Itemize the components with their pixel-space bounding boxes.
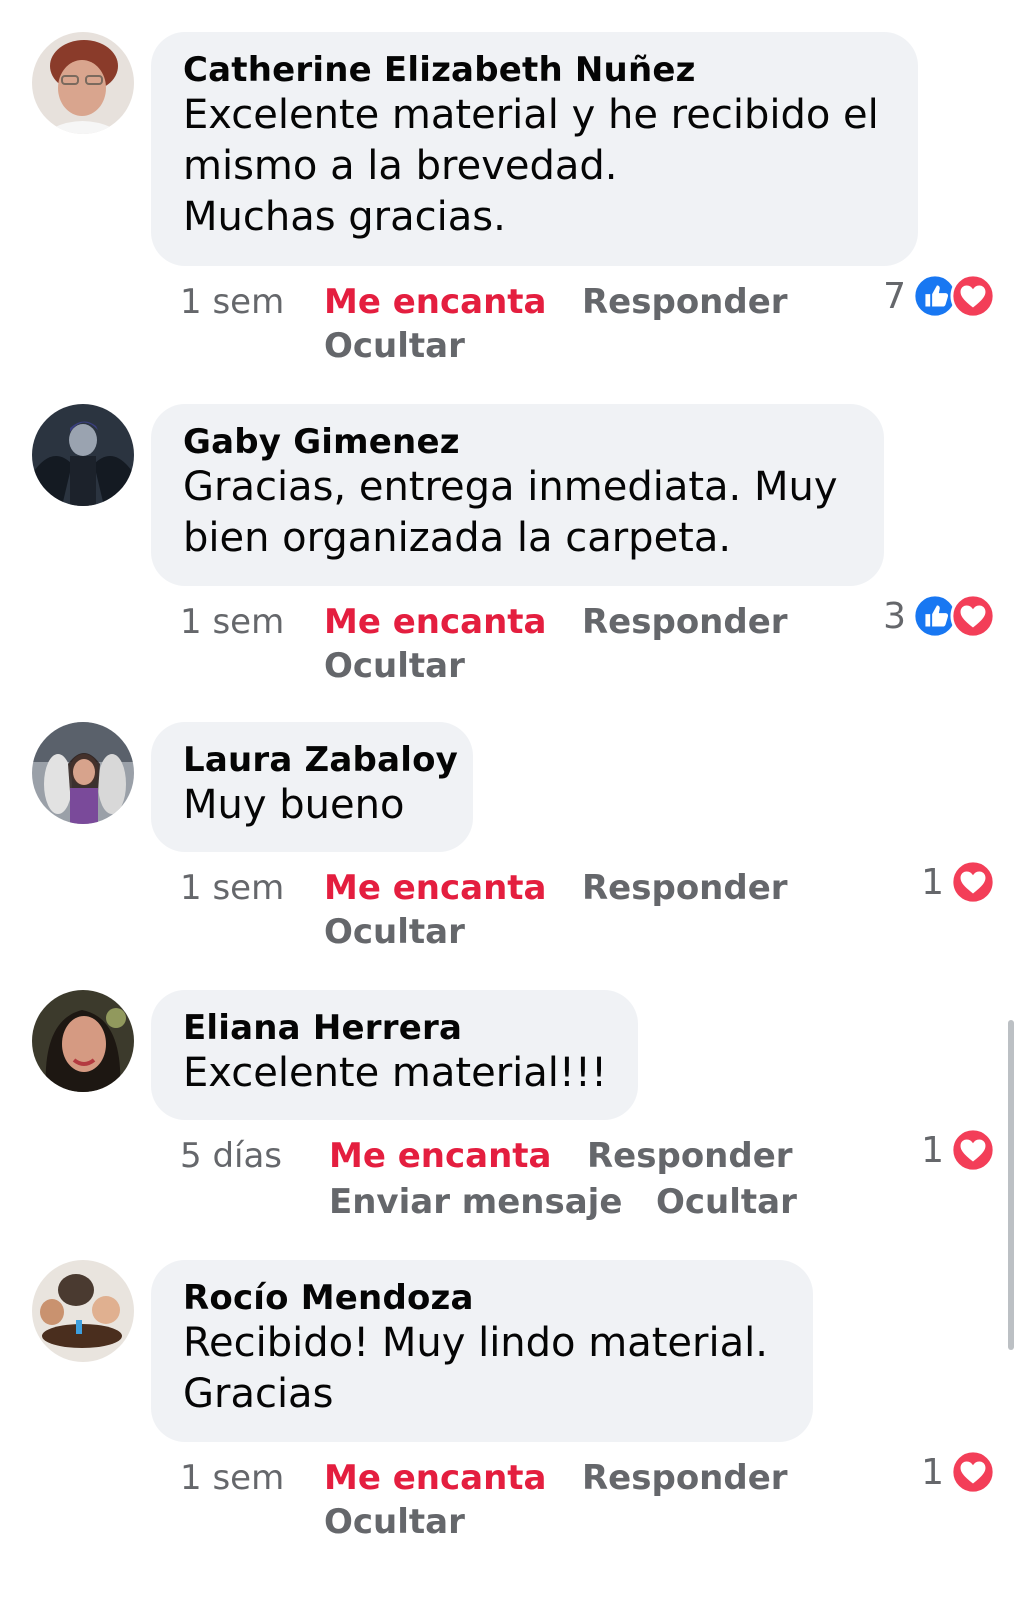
love-button[interactable]: Me encanta [324,602,547,642]
avatar-image [32,32,134,134]
avatar-image [32,722,134,824]
reply-button[interactable]: Responder [582,602,788,642]
comment-text-line: mismo a la brevedad. [183,143,618,189]
reaction-count: 3 [883,595,906,637]
reaction-count: 1 [921,861,944,903]
reply-button[interactable]: Responder [582,868,788,908]
avatar-image [32,990,134,1092]
scrollbar[interactable] [1008,1020,1014,1350]
avatar[interactable] [32,1260,134,1362]
avatar[interactable] [32,990,134,1092]
comment-bubble: Catherine Elizabeth Nuñez Excelente mate… [151,32,918,266]
hide-button[interactable]: Ocultar [656,1182,797,1222]
hide-button[interactable]: Ocultar [324,912,465,952]
love-icon [950,1449,996,1495]
comment-text-line: Excelente material!!! [183,1050,607,1096]
hide-button[interactable]: Ocultar [324,1502,465,1542]
send-message-button[interactable]: Enviar mensaje [329,1182,622,1222]
love-icon [950,273,996,319]
comment-text-line: bien organizada la carpeta. [183,515,732,561]
comment-text-line: Muy bueno [183,782,405,828]
reaction-summary[interactable]: 1 [921,1122,996,1178]
comment-bubble: Laura Zabaloy Muy bueno [151,722,473,852]
comment-timestamp[interactable]: 1 sem [180,1458,284,1498]
comment-bubble: Gaby Gimenez Gracias, entrega inmediata.… [151,404,884,586]
hide-button[interactable]: Ocultar [324,646,465,686]
avatar-image [32,1260,134,1362]
comment-author[interactable]: Catherine Elizabeth Nuñez [183,50,886,90]
reply-button[interactable]: Responder [582,1458,788,1498]
avatar[interactable] [32,722,134,824]
comment-author[interactable]: Eliana Herrera [183,1008,606,1048]
reaction-count: 7 [883,275,906,317]
love-button[interactable]: Me encanta [324,282,547,322]
avatar[interactable] [32,404,134,506]
comment-text-line: Muchas gracias. [183,194,506,240]
comment-author[interactable]: Laura Zabaloy [183,740,458,780]
avatar[interactable] [32,32,134,134]
comment-text-line: Excelente material y he recibido el [183,92,879,138]
love-icon [950,1127,996,1173]
comment-text-line: Gracias, entrega inmediata. Muy [183,464,838,510]
comment-text-line: Recibido! Muy lindo material. [183,1320,768,1366]
love-icon [950,593,996,639]
comment-text-line: Gracias [183,1371,334,1417]
avatar-image [32,404,134,506]
comment-timestamp[interactable]: 1 sem [180,282,284,322]
love-icon [950,859,996,905]
love-button[interactable]: Me encanta [324,1458,547,1498]
hide-button[interactable]: Ocultar [324,326,465,366]
reaction-summary[interactable]: 1 [921,1444,996,1500]
reaction-summary[interactable]: 3 [883,588,996,644]
comment-timestamp[interactable]: 5 días [180,1136,282,1176]
reaction-summary[interactable]: 7 [883,268,996,324]
comment-timestamp[interactable]: 1 sem [180,868,284,908]
reply-button[interactable]: Responder [582,282,788,322]
reaction-count: 1 [921,1451,944,1493]
love-button[interactable]: Me encanta [329,1136,552,1176]
comment-timestamp[interactable]: 1 sem [180,602,284,642]
comment-author[interactable]: Rocío Mendoza [183,1278,781,1318]
reaction-summary[interactable]: 1 [921,854,996,910]
love-button[interactable]: Me encanta [324,868,547,908]
comment-bubble: Eliana Herrera Excelente material!!! [151,990,638,1120]
reply-button[interactable]: Responder [587,1136,793,1176]
reaction-count: 1 [921,1129,944,1171]
comment-author[interactable]: Gaby Gimenez [183,422,852,462]
comment-bubble: Rocío Mendoza Recibido! Muy lindo materi… [151,1260,813,1442]
